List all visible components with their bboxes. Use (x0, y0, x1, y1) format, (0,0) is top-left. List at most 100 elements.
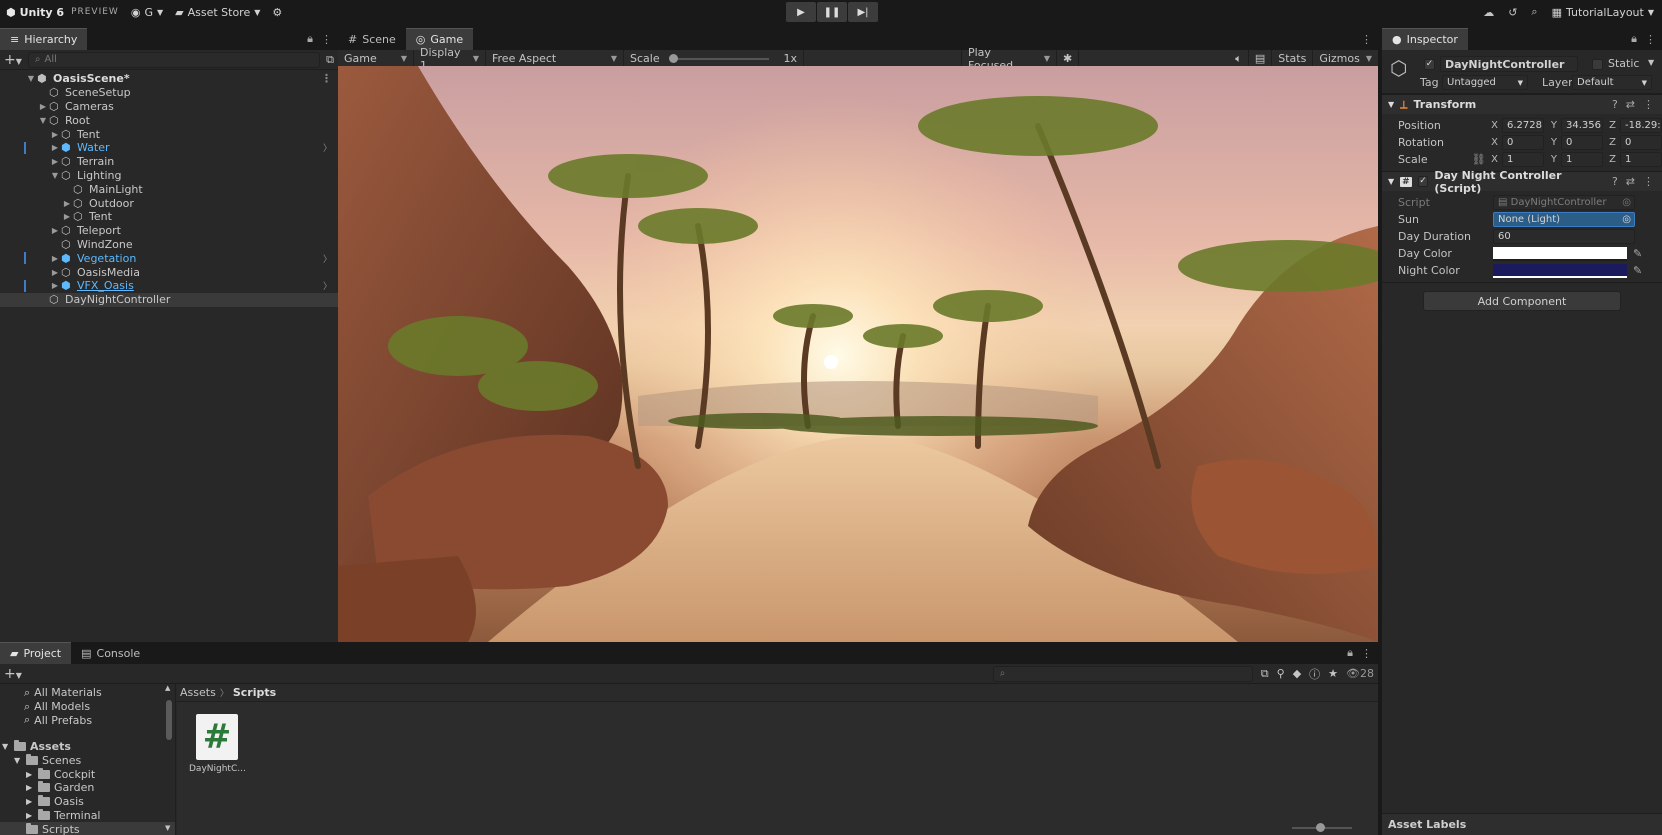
kebab-menu-icon[interactable]: ⋮ (1645, 33, 1656, 46)
expand-arrow-icon[interactable]: ▶ (26, 797, 36, 806)
kebab-menu-icon[interactable]: ⋮ (1361, 647, 1372, 660)
scrollbar-thumb[interactable] (166, 700, 172, 740)
eye-icon[interactable]: 👁︎28 (1346, 667, 1374, 680)
rotation-z-field[interactable]: 0 (1620, 135, 1662, 150)
scene-visibility-icon[interactable]: ⧉ (326, 53, 334, 67)
kebab-menu-icon[interactable]: ⋮ (1361, 33, 1372, 46)
presets-icon[interactable]: ⇄ (1626, 98, 1635, 111)
tree-item-oasismedia[interactable]: ▶ ⬡ OasisMedia (0, 265, 338, 279)
gizmos-dropdown[interactable]: Gizmos ▼ (1313, 50, 1378, 68)
cloud-settings-button[interactable]: ⚙ (266, 0, 288, 24)
create-asset-button[interactable]: +▼ (4, 666, 22, 682)
scroll-down-icon[interactable]: ▼ (165, 824, 170, 832)
scale-slider[interactable] (668, 53, 770, 63)
tree-item-vfx-oasis[interactable]: ▶ ⬢ VFX_Oasis 〉 (0, 279, 338, 293)
asset-labels-bar[interactable]: Asset Labels (1382, 813, 1662, 835)
expand-arrow-icon[interactable]: ▼ (1388, 100, 1394, 109)
project-search-input[interactable]: ⌕ (992, 665, 1253, 682)
folder-assets[interactable]: ▼ Assets (0, 740, 175, 754)
history-icon[interactable]: ↺ (1508, 6, 1517, 19)
favorite-all-materials[interactable]: ⌕ All Materials (0, 686, 175, 700)
filter-by-type-icon[interactable]: ⧉ (1261, 667, 1269, 681)
expand-arrow-icon[interactable]: ▶ (62, 199, 72, 208)
chevron-right-icon[interactable]: 〉 (323, 252, 332, 265)
expand-arrow-icon[interactable]: ▼ (50, 171, 60, 180)
lock-icon[interactable]: 🔒︎ (1631, 32, 1637, 46)
expand-arrow-icon[interactable]: ▶ (26, 783, 36, 792)
expand-arrow-icon[interactable]: ▶ (50, 130, 60, 139)
folder-scripts[interactable]: Scripts (0, 822, 175, 835)
favorite-all-prefabs[interactable]: ⌕ All Prefabs (0, 713, 175, 727)
tab-inspector[interactable]: ● Inspector (1382, 28, 1468, 50)
asset-store-dropdown[interactable]: ▰ Asset Store ▼ (169, 0, 266, 24)
tree-item-outdoor[interactable]: ▶ ⬡ Outdoor (0, 196, 338, 210)
expand-arrow-icon[interactable]: ▼ (1388, 177, 1394, 186)
filter-by-label-icon[interactable]: ⚲ (1277, 667, 1285, 680)
constrain-proportions-icon[interactable]: ⛓ (1472, 153, 1489, 166)
active-checkbox[interactable]: ✓ (1424, 59, 1435, 70)
script-component-header[interactable]: ▼ # ✓ Day Night Controller (Script) ? ⇄ … (1382, 169, 1662, 195)
layer-dropdown[interactable]: Default ▼ (1572, 75, 1652, 90)
chevron-right-icon[interactable]: 〉 (323, 141, 332, 154)
layout-dropdown[interactable]: ▦ TutorialLayout ▼ (1552, 0, 1654, 24)
position-y-field[interactable]: 34.356 (1561, 118, 1603, 133)
cloud-icon[interactable]: ☁ (1483, 6, 1494, 19)
tree-item-cameras[interactable]: ▶ ⬡ Cameras (0, 100, 338, 114)
scale-x-field[interactable]: 1 (1502, 152, 1544, 167)
stats-button[interactable]: Stats (1272, 49, 1314, 68)
asset-item-daynightcontroller[interactable]: # DayNightC... (189, 714, 246, 774)
expand-arrow-icon[interactable]: ▶ (50, 226, 60, 235)
static-checkbox[interactable] (1592, 59, 1603, 70)
play-button[interactable]: ▶ (786, 2, 816, 22)
scale-slider-handle[interactable] (668, 53, 678, 63)
tag-dropdown[interactable]: Untagged ▼ (1442, 75, 1528, 90)
breadcrumb-assets[interactable]: Assets (180, 686, 216, 699)
eyedropper-icon[interactable]: ✎ (1633, 247, 1642, 260)
chevron-down-icon[interactable]: ▼ (1648, 58, 1654, 67)
lock-icon[interactable]: 🔒︎ (307, 32, 313, 46)
bug-button[interactable]: ✱ (1057, 49, 1080, 68)
object-picker-icon[interactable]: ◎ (1622, 214, 1631, 225)
sidebar-scrollbar[interactable]: ▲ ▼ (165, 684, 173, 832)
favorite-all-models[interactable]: ⌕ All Models (0, 700, 175, 714)
folder-cockpit[interactable]: ▶ Cockpit (0, 767, 175, 781)
expand-arrow-icon[interactable]: ▶ (62, 212, 72, 221)
tab-scene[interactable]: # Scene (338, 28, 406, 50)
tree-item-teleport[interactable]: ▶ ⬡ Teleport (0, 224, 338, 238)
step-button[interactable]: ▶| (848, 2, 878, 22)
night-color-swatch[interactable] (1493, 263, 1627, 278)
tab-hierarchy[interactable]: ≡ Hierarchy (0, 28, 88, 50)
game-viewport[interactable] (338, 66, 1378, 642)
expand-arrow-icon[interactable]: ▶ (50, 268, 60, 277)
expand-arrow-icon[interactable]: ▶ (26, 770, 36, 779)
tree-item-mainlight[interactable]: ⬡ MainLight (0, 182, 338, 196)
icon-size-slider[interactable] (1292, 823, 1352, 832)
tree-item-root[interactable]: ▼ ⬡ Root (0, 113, 338, 127)
tree-item-windzone[interactable]: ⬡ WindZone (0, 238, 338, 252)
hierarchy-search-input[interactable]: ⌕ All (27, 51, 321, 68)
tree-item-water[interactable]: ▶ ⬢ Water 〉 (0, 141, 338, 155)
tree-item-daynightcontroller[interactable]: ⬡ DayNightController (0, 292, 338, 307)
tree-item-lighting[interactable]: ▼ ⬡ Lighting (0, 169, 338, 183)
scale-y-field[interactable]: 1 (1561, 152, 1603, 167)
tab-project[interactable]: ▰ Project (0, 642, 72, 664)
object-name-field[interactable]: DayNightController (1440, 56, 1578, 72)
lock-icon[interactable]: 🔒︎ (1347, 646, 1353, 660)
script-enabled-checkbox[interactable]: ✓ (1417, 176, 1429, 187)
kebab-menu-icon[interactable]: ⋮ (321, 72, 332, 85)
account-dropdown[interactable]: ◉ G ▼ (125, 0, 169, 24)
expand-arrow-icon[interactable]: ▶ (26, 811, 36, 820)
help-icon[interactable]: ? (1612, 175, 1618, 188)
expand-arrow-icon[interactable]: ▼ (14, 756, 24, 765)
expand-arrow-icon[interactable]: ▼ (2, 742, 12, 751)
search-icon[interactable]: ⌕ (1531, 5, 1537, 19)
expand-arrow-icon[interactable]: ▼ (38, 116, 48, 125)
tree-item-scenesetup[interactable]: ⬡ SceneSetup (0, 86, 338, 100)
scene-row[interactable]: ▼ ⬢ OasisScene* ⋮ (0, 72, 338, 86)
rotation-x-field[interactable]: 0 (1502, 135, 1544, 150)
mute-audio-button[interactable]: 🔈︎ (1229, 49, 1249, 68)
expand-arrow-icon[interactable]: ▼ (26, 74, 36, 83)
star-icon[interactable]: ★ (1328, 667, 1338, 680)
eyedropper-icon[interactable]: ✎ (1633, 264, 1642, 277)
position-z-field[interactable]: -18.29: (1620, 118, 1662, 133)
